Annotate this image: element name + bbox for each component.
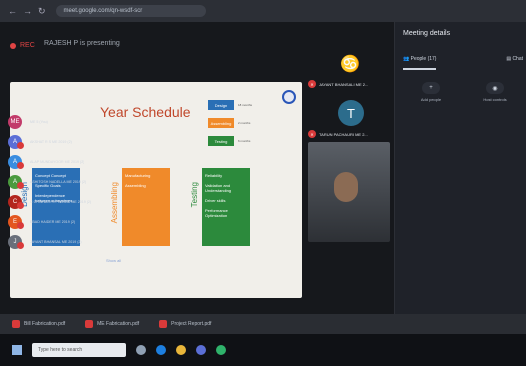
avatar-initial: ME	[10, 119, 20, 125]
list-item[interactable]: A ALAP MUNDAYOOR ME 2019 (2)	[8, 154, 128, 170]
pdf-icon	[12, 320, 20, 328]
list-item[interactable]: ME ME 5 (You)	[8, 114, 128, 130]
person-silhouette	[334, 172, 358, 202]
card-item: Driver skills	[205, 198, 226, 203]
avatar: A	[8, 175, 24, 189]
flow-step-testing: Testing	[208, 136, 234, 146]
card-item: Validation and Understanding	[205, 183, 232, 193]
taskbar-search[interactable]: Type here to search	[32, 343, 126, 357]
browser-bar: ← → ↻ meet.google.com/qn-wsdf-scr	[0, 0, 526, 22]
file-explorer-icon[interactable]	[176, 345, 186, 355]
download-name: ME Fabrication.pdf	[97, 321, 140, 327]
tab-people-label: People (17)	[410, 56, 437, 62]
list-item[interactable]: C C CHINNASYS PRASAD ME 2019 (2)	[8, 194, 128, 210]
participant-name: TARUN PACHAURI ME 2...	[319, 131, 368, 137]
participant-name-row: ✕ TARUN PACHAURI ME 2...	[308, 130, 368, 138]
list-item[interactable]: E EBAD HAIDER ME 2019 (2)	[8, 214, 128, 230]
add-person-icon: +	[422, 82, 440, 94]
tab-people[interactable]: 👥 People (17)	[403, 56, 437, 70]
participant-logo-icon: ♋	[340, 56, 360, 73]
person-name: C CHINNASYS PRASAD ME 2019 (2)	[30, 200, 92, 204]
people-icon: 👥	[403, 56, 411, 62]
downloads-bar: Bill Fabrication.pdf ME Fabrication.pdf …	[0, 314, 526, 334]
card-assembling: Manufacturing Assembling	[122, 168, 170, 246]
store-icon[interactable]	[196, 345, 206, 355]
avatar: A	[8, 155, 24, 169]
card-item: Reliability	[205, 173, 223, 178]
host-controls-label: Host controls	[483, 97, 507, 102]
muted-badge-icon	[17, 202, 24, 209]
host-controls-icon: ◉	[486, 82, 504, 94]
participant-name: JAYANT BHANSALI ME 2...	[319, 81, 369, 87]
download-item[interactable]: Project Report.pdf	[159, 320, 211, 328]
flow-note-testing: 6 months	[238, 139, 251, 143]
download-item[interactable]: ME Fabrication.pdf	[85, 320, 139, 328]
card-item: Performance Optimization	[205, 208, 228, 218]
meeting-details-panel: Meeting details 👥 People (17) ▤ Chat + A…	[394, 22, 526, 314]
download-item[interactable]: Bill Fabrication.pdf	[12, 320, 65, 328]
download-name: Project Report.pdf	[171, 321, 212, 327]
pdf-icon	[159, 320, 168, 328]
edge-icon[interactable]	[156, 345, 166, 355]
download-name: Bill Fabrication.pdf	[24, 321, 66, 327]
recording-indicator: REC	[10, 42, 35, 49]
muted-badge-icon	[17, 142, 24, 149]
panel-tabs: 👥 People (17) ▤ Chat	[403, 56, 523, 70]
person-name: ASHITOSH NADELLA ME 2019 (2)	[30, 180, 87, 184]
participant-tile[interactable]: T ✕ TARUN PACHAURI ME 2...	[302, 96, 394, 138]
show-all-link[interactable]: Show all	[106, 258, 121, 263]
card-testing: Reliability Validation and Understanding…	[202, 168, 250, 246]
participant-tile[interactable]: ♋ ✕ JAYANT BHANSALI ME 2...	[302, 50, 394, 90]
forward-icon[interactable]: →	[23, 6, 32, 16]
list-item[interactable]: A ASHITOSH NADELLA ME 2019 (2)	[8, 174, 128, 190]
person-name: ME 5 (You)	[30, 120, 48, 124]
host-controls-button[interactable]: ◉ Host controls	[467, 82, 523, 102]
panel-title: Meeting details	[403, 30, 451, 37]
muted-badge-icon	[17, 182, 24, 189]
card-item: Manufacturing	[125, 173, 151, 178]
flow-note-assembling: 2 months	[238, 121, 251, 125]
presenter-banner: RAJESH P is presenting	[44, 40, 120, 47]
add-people-button[interactable]: + Add people	[403, 82, 459, 102]
avatar: E	[8, 215, 24, 229]
avatar: ME	[8, 115, 22, 129]
tab-chat-label: Chat	[512, 56, 523, 62]
avatar: C	[8, 195, 24, 209]
person-name: EBAD HAIDER ME 2019 (2)	[30, 220, 76, 224]
card-label-testing: Testing	[190, 182, 199, 208]
mic-muted-icon: ✕	[308, 80, 316, 88]
flow-note-design: 18 months	[238, 103, 253, 107]
muted-badge-icon	[17, 162, 24, 169]
windows-start-icon[interactable]	[12, 345, 22, 355]
camera-video-tile[interactable]	[308, 142, 390, 242]
chrome-icon[interactable]	[216, 345, 226, 355]
card-item: Assembling	[125, 183, 146, 188]
flow-step-assembling: Assembling	[208, 118, 234, 128]
list-item[interactable]: A AKSHAT R S ME 2019 (2)	[8, 134, 128, 150]
taskbar: Type here to search	[0, 334, 526, 366]
pdf-icon	[85, 320, 94, 328]
record-dot-icon	[10, 42, 16, 49]
muted-badge-icon	[17, 222, 24, 229]
person-name: AKSHAT R S ME 2019 (2)	[30, 140, 72, 144]
list-item[interactable]: J JAYANT BHANSAL ME 2019 (2)	[8, 234, 128, 250]
person-name: JAYANT BHANSAL ME 2019 (2)	[30, 240, 82, 244]
participant-name-row: ✕ JAYANT BHANSALI ME 2...	[308, 80, 368, 88]
panel-actions: + Add people ◉ Host controls	[403, 82, 523, 102]
reload-icon[interactable]: ↻	[38, 6, 46, 17]
rec-label: REC	[20, 42, 35, 49]
flow-step-design: Design	[208, 100, 234, 110]
avatar: T	[338, 100, 364, 126]
tab-chat[interactable]: ▤ Chat	[506, 56, 523, 70]
person-name: ALAP MUNDAYOOR ME 2019 (2)	[30, 160, 85, 164]
address-bar[interactable]: meet.google.com/qn-wsdf-scr	[55, 5, 206, 17]
avatar: A	[8, 135, 24, 149]
add-people-label: Add people	[420, 97, 442, 102]
muted-badge-icon	[17, 242, 24, 249]
back-icon[interactable]: ←	[8, 6, 17, 16]
task-view-icon[interactable]	[136, 345, 146, 355]
college-logo-icon	[282, 90, 296, 104]
mic-muted-icon: ✕	[308, 130, 316, 138]
avatar: J	[8, 235, 24, 249]
